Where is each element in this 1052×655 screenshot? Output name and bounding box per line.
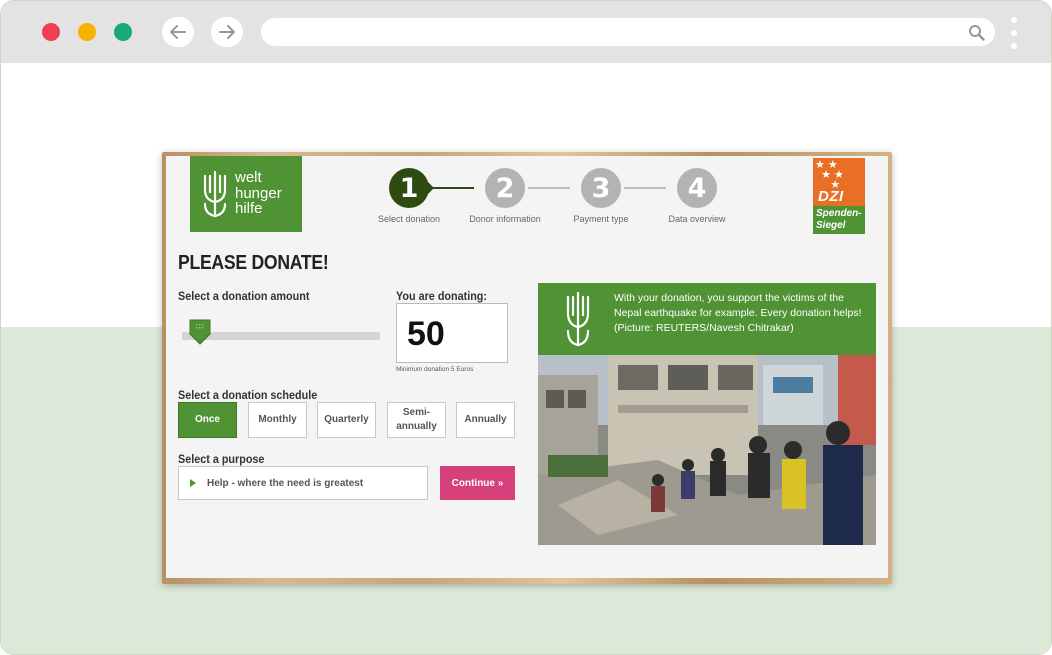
step-payment-type[interactable]: 3 Payment type bbox=[558, 168, 644, 224]
step-label: Select donation bbox=[377, 214, 441, 224]
page-content: welt hunger hilfe 1 Select donation 2 Do… bbox=[1, 63, 1051, 654]
logo-wordmark: welt hunger hilfe bbox=[235, 170, 282, 217]
minimize-window-button[interactable] bbox=[78, 23, 96, 41]
logo-line-2: hunger bbox=[235, 184, 282, 202]
maximize-window-button[interactable] bbox=[114, 23, 132, 41]
step-label: Data overview bbox=[668, 214, 726, 224]
info-banner: With your donation, you support the vict… bbox=[538, 283, 876, 365]
donation-amount-input[interactable]: 50 bbox=[396, 303, 508, 363]
donation-widget: welt hunger hilfe 1 Select donation 2 Do… bbox=[162, 152, 892, 584]
continue-button[interactable]: Continue » bbox=[440, 466, 515, 500]
minimum-donation-note: Minimum donation 5 Euros bbox=[396, 366, 474, 373]
donation-panel: welt hunger hilfe 1 Select donation 2 Do… bbox=[166, 156, 888, 578]
step-number: 3 bbox=[581, 168, 621, 208]
play-arrow-icon bbox=[190, 479, 196, 487]
step-number: 2 bbox=[485, 168, 525, 208]
schedule-quarterly-button[interactable]: Quarterly bbox=[317, 402, 376, 438]
page-title: PLEASE DONATE! bbox=[178, 252, 329, 274]
step-label: Payment type bbox=[573, 214, 629, 224]
amount-slider-track[interactable] bbox=[182, 332, 380, 340]
address-bar[interactable] bbox=[261, 18, 995, 46]
wheat-logo-icon bbox=[566, 291, 590, 347]
schedule-label: Select a donation schedule bbox=[178, 388, 318, 402]
back-button[interactable] bbox=[162, 17, 194, 47]
arrow-left-icon bbox=[170, 25, 186, 39]
step-donor-information[interactable]: 2 Donor information bbox=[462, 168, 548, 224]
more-options-icon[interactable] bbox=[1010, 17, 1018, 49]
logo-line-3: hilfe bbox=[235, 200, 263, 217]
step-select-donation[interactable]: 1 Select donation bbox=[366, 168, 452, 224]
search-icon[interactable] bbox=[968, 24, 985, 41]
forward-button[interactable] bbox=[211, 17, 243, 47]
step-label: Donor information bbox=[469, 214, 541, 224]
earthquake-photo bbox=[538, 355, 876, 545]
step-number: 1 bbox=[389, 168, 429, 208]
schedule-monthly-button[interactable]: Monthly bbox=[248, 402, 307, 438]
logo-line-1: welt bbox=[235, 169, 262, 186]
amount-label: Select a donation amount bbox=[178, 289, 310, 303]
seal-line-1: Spenden- bbox=[816, 208, 862, 219]
browser-toolbar bbox=[1, 1, 1051, 63]
arrow-right-icon bbox=[219, 25, 235, 39]
progress-steps: 1 Select donation 2 Donor information 3 … bbox=[366, 168, 726, 228]
step-data-overview[interactable]: 4 Data overview bbox=[654, 168, 740, 224]
purpose-label: Select a purpose bbox=[178, 452, 265, 466]
step-number: 4 bbox=[677, 168, 717, 208]
slider-handle-icon[interactable] bbox=[189, 319, 211, 345]
schedule-semiannually-button[interactable]: Semi-annually bbox=[387, 402, 446, 438]
purpose-select[interactable]: Help - where the need is greatest bbox=[178, 466, 428, 500]
dzi-seal[interactable]: ★ ★ ★ ★ ★ DZI Spenden- Siegel bbox=[813, 158, 865, 234]
seal-line-2: Siegel bbox=[816, 220, 846, 231]
browser-window: welt hunger hilfe 1 Select donation 2 Do… bbox=[0, 0, 1052, 655]
dzi-brand: DZI bbox=[818, 188, 844, 205]
stars-icon: ★ ★ ★ ★ ★ bbox=[815, 159, 844, 191]
info-text: With your donation, you support the vict… bbox=[614, 292, 862, 334]
seal-label: Spenden- Siegel bbox=[813, 206, 865, 234]
wheat-logo-icon bbox=[203, 170, 227, 218]
purpose-value: Help - where the need is greatest bbox=[207, 477, 364, 489]
welthungerhilfe-logo[interactable]: welt hunger hilfe bbox=[190, 156, 302, 232]
schedule-once-button[interactable]: Once bbox=[178, 402, 237, 438]
close-window-button[interactable] bbox=[42, 23, 60, 41]
schedule-annually-button[interactable]: Annually bbox=[456, 402, 515, 438]
donating-label: You are donating: bbox=[396, 289, 487, 303]
